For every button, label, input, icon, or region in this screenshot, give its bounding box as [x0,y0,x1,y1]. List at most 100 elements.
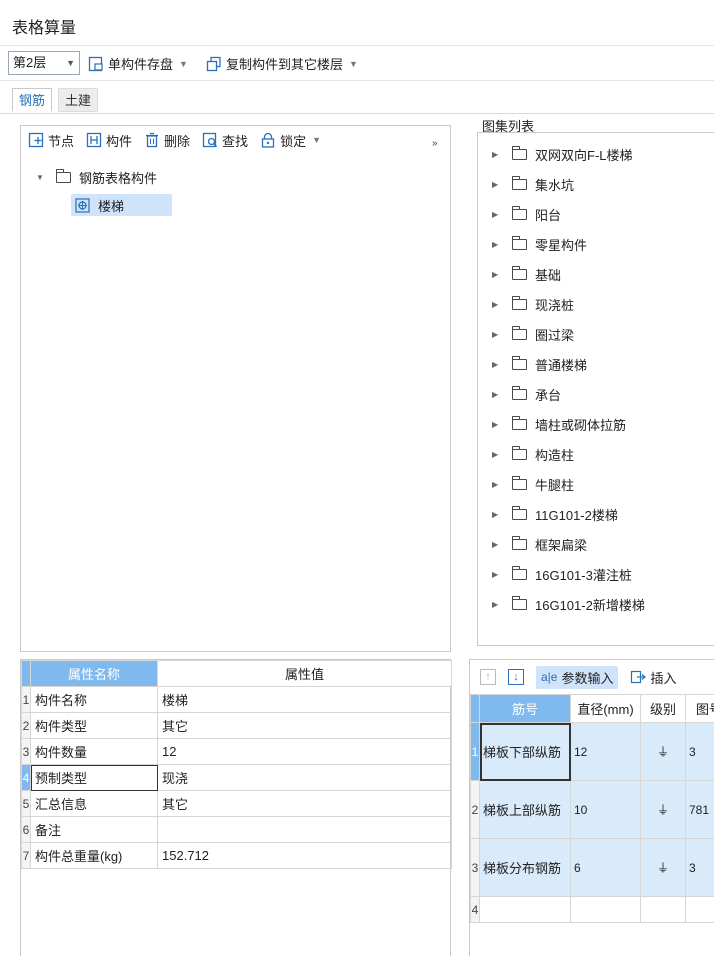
expand-icon[interactable]: ▶ [492,420,504,429]
rebar-row[interactable]: 3 梯板分布钢筋 6 ⏚ 3 [470,838,714,897]
properties-row[interactable]: 4 预制类型 现浇 [21,764,452,791]
grade-cell[interactable]: ⏚ [640,722,686,781]
atlas-list-item[interactable]: ▶ 墙柱或砌体拉筋 [492,413,626,435]
expand-icon[interactable]: ▶ [492,270,504,279]
properties-row[interactable]: 2 构件类型 其它 [21,712,452,739]
grade-cell[interactable]: ⏚ [640,780,686,839]
grade-cell[interactable] [640,896,686,923]
expand-icon[interactable]: ▶ [492,390,504,399]
atlas-list-item[interactable]: ▶ 牛腿柱 [492,473,574,495]
atlas-list-item-label: 11G101-2楼梯 [535,507,618,523]
rebar-row[interactable]: 2 梯板上部纵筋 10 ⏚ 781 [470,780,714,839]
find-button[interactable]: 查找 [202,131,248,150]
property-value[interactable]: 现浇 [157,764,452,791]
property-name[interactable]: 预制类型 [30,764,158,791]
property-value[interactable]: 楼梯 [157,686,452,713]
grade-cell[interactable]: ⏚ [640,838,686,897]
atlas-list-item[interactable]: ▶ 基础 [492,263,561,285]
expand-icon[interactable]: ▶ [492,360,504,369]
properties-body: 1 构件名称 楼梯 2 构件类型 其它 3 构件数量 12 4 预制类型 现浇 5 汇总信息 其它 6 备注 7 构… [21,686,452,869]
floor-select[interactable]: 第2层 ▼ [8,51,80,75]
property-name[interactable]: 汇总信息 [30,790,158,817]
property-value[interactable]: 其它 [157,790,452,817]
rebar-row[interactable]: 4 [470,896,714,923]
expand-icon[interactable]: ▶ [492,540,504,549]
atlas-list-item[interactable]: ▶ 11G101-2楼梯 [492,503,618,525]
property-value[interactable]: 152.712 [157,842,452,869]
toolbar-overflow-icon[interactable]: » [432,138,438,149]
bar-no-cell[interactable] [479,896,571,923]
atlas-list-item[interactable]: ▶ 普通楼梯 [492,353,587,375]
atlas-list-item[interactable]: ▶ 框架扁梁 [492,533,587,555]
figure-cell[interactable] [685,896,714,923]
properties-name-header: 属性名称 [30,660,158,687]
property-name[interactable]: 构件类型 [30,712,158,739]
bar-no-cell[interactable]: 梯板分布钢筋 [479,838,571,897]
figure-cell[interactable]: 3 [685,838,714,897]
atlas-list-item[interactable]: ▶ 集水坑 [492,173,574,195]
copy-to-floor-button[interactable]: 复制构件到其它楼层 ▼ [206,54,358,73]
atlas-list-item[interactable]: ▶ 16G101-2新增楼梯 [492,593,645,615]
property-name[interactable]: 备注 [30,816,158,843]
tree-root-node[interactable]: ▼ 钢筋表格构件 [36,166,157,188]
properties-row[interactable]: 5 汇总信息 其它 [21,790,452,817]
properties-row[interactable]: 3 构件数量 12 [21,738,452,765]
atlas-list-item[interactable]: ▶ 零星构件 [492,233,587,255]
expand-icon[interactable]: ▶ [492,480,504,489]
properties-row[interactable]: 1 构件名称 楼梯 [21,686,452,713]
expand-icon[interactable]: ▶ [492,180,504,189]
expand-icon[interactable]: ▼ [36,173,48,182]
folder-icon [512,475,527,490]
property-name[interactable]: 构件总重量(kg) [30,842,158,869]
atlas-list-item[interactable]: ▶ 圈过梁 [492,323,574,345]
move-down-icon[interactable]: ↓ [508,669,524,685]
atlas-list-item[interactable]: ▶ 双网双向F-L楼梯 [492,143,633,165]
delete-button[interactable]: 删除 [144,131,190,150]
properties-row[interactable]: 6 备注 [21,816,452,843]
rebar-toolbar: ↑ ↓ a|e 参数输入 插入 [470,660,714,694]
expand-icon[interactable]: ▶ [492,510,504,519]
diameter-cell[interactable] [570,896,641,923]
figure-cell[interactable]: 3 [685,722,714,781]
atlas-list-item[interactable]: ▶ 16G101-3灌注桩 [492,563,632,585]
expand-icon[interactable]: ▶ [492,240,504,249]
properties-row[interactable]: 7 构件总重量(kg) 152.712 [21,842,452,869]
expand-icon[interactable]: ▶ [492,330,504,339]
expand-icon[interactable]: ▶ [492,150,504,159]
atlas-list-item[interactable]: ▶ 构造柱 [492,443,574,465]
atlas-list-item[interactable]: ▶ 承台 [492,383,561,405]
add-component-button[interactable]: 构件 [86,131,132,150]
property-name[interactable]: 构件数量 [30,738,158,765]
property-name[interactable]: 构件名称 [30,686,158,713]
figure-cell[interactable]: 781 [685,780,714,839]
bar-no-cell[interactable]: 梯板下部纵筋 [479,722,571,781]
rebar-row[interactable]: 1 梯板下部纵筋 12 ⏚ 3 [470,722,714,781]
property-value[interactable]: 12 [157,738,452,765]
atlas-list-item[interactable]: ▶ 阳台 [492,203,561,225]
save-component-button[interactable]: 单构件存盘 ▼ [88,54,188,73]
tab-civil[interactable]: 土建 [58,88,99,112]
param-input-button[interactable]: a|e 参数输入 [536,665,619,689]
atlas-list-item-label: 现浇桩 [535,297,575,313]
expand-icon[interactable]: ▶ [492,300,504,309]
expand-icon[interactable]: ▶ [492,600,504,609]
row-index: 5 [21,790,31,817]
diameter-cell[interactable]: 12 [570,722,641,781]
lock-button[interactable]: 锁定 ▼ [260,131,321,150]
bar-no-cell[interactable]: 梯板上部纵筋 [479,780,571,839]
insert-button[interactable]: 插入 [630,668,677,687]
diameter-cell[interactable]: 6 [570,838,641,897]
property-value[interactable]: 其它 [157,712,452,739]
insert-label: 插入 [650,670,677,686]
atlas-list-item[interactable]: ▶ 现浇桩 [492,293,574,315]
tab-rebar[interactable]: 钢筋 [12,88,53,112]
property-value[interactable] [157,816,452,843]
expand-icon[interactable]: ▶ [492,450,504,459]
move-up-icon[interactable]: ↑ [480,669,496,685]
tree-node-stairs[interactable]: 楼梯 [71,194,172,216]
expand-icon[interactable]: ▶ [492,210,504,219]
add-node-button[interactable]: 节点 [28,131,74,150]
folder-icon [512,235,527,250]
expand-icon[interactable]: ▶ [492,570,504,579]
diameter-cell[interactable]: 10 [570,780,641,839]
